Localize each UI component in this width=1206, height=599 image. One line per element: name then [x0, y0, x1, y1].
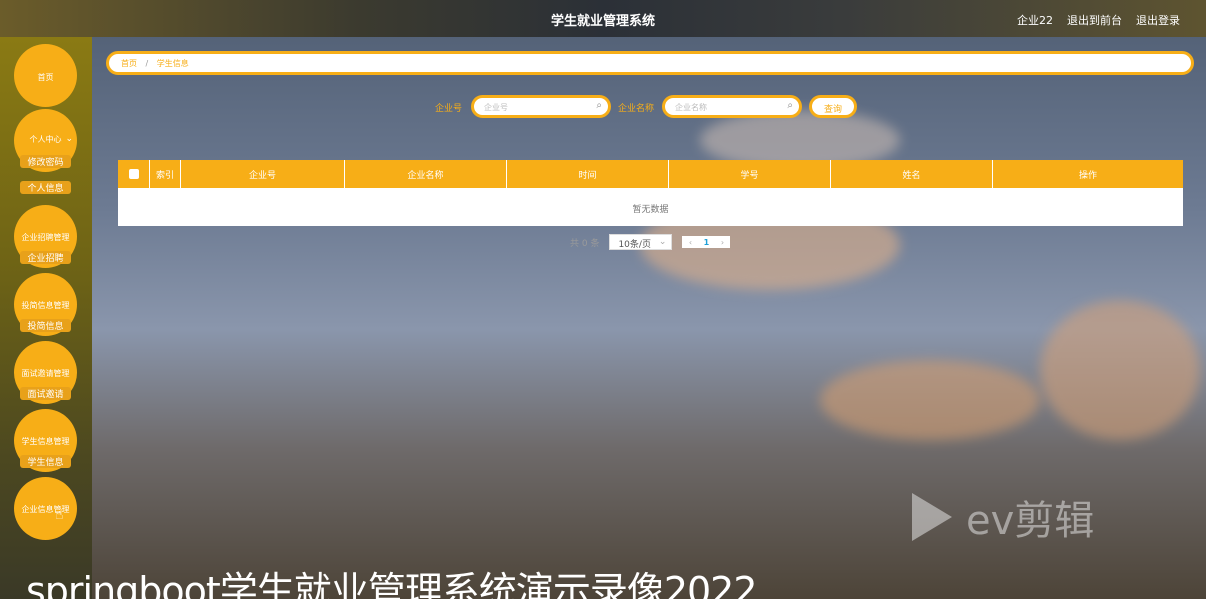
current-user-link[interactable]: 企业22 [1017, 12, 1053, 28]
column-header: 企业号 [181, 160, 345, 188]
sidebar-item-label: 企业信息管理 [21, 505, 70, 514]
table-header: 索引 企业号 企业名称 时间 学号 姓名 操作 [118, 160, 1183, 188]
page-size-select[interactable]: 10条/页 ⌄ [609, 234, 673, 250]
chevron-down-icon: ⌄ [65, 134, 73, 144]
sidebar-item-company[interactable]: 企业信息管理 [14, 477, 77, 540]
cloud-decoration [1040, 300, 1200, 440]
logout-link[interactable]: 退出登录 [1136, 12, 1180, 28]
chevron-down-icon: ⌄ [658, 237, 667, 247]
sidebar: 首页 个人中心 ⌄ 修改密码 个人信息 企业招聘管理 企业招聘 投简信息管理 投… [0, 37, 92, 599]
watermark-text: ev剪辑 [966, 498, 1095, 544]
search-icon: ⌕ [787, 100, 793, 111]
company-id-placeholder: 企业号 [484, 103, 508, 112]
breadcrumb: 首页 / 学生信息 [106, 51, 1194, 75]
sidebar-item-label: 首页 [37, 73, 54, 82]
query-button[interactable]: 查询 [809, 95, 857, 118]
company-id-input[interactable]: 企业号 ⌕ [471, 95, 611, 118]
page-navigation: ‹ 1 › [682, 236, 731, 248]
top-links: 企业22 退出到前台 退出登录 [1017, 12, 1180, 28]
empty-table-text: 暂无数据 [118, 188, 1183, 226]
next-page-icon[interactable]: › [714, 238, 730, 247]
top-header: 学生就业管理系统 企业22 退出到前台 退出登录 [0, 0, 1206, 37]
column-header: 时间 [507, 160, 669, 188]
total-count: 共 0 条 [570, 238, 600, 249]
watermark: ev剪辑 [912, 488, 1094, 546]
company-name-input[interactable]: 企业名称 ⌕ [662, 95, 802, 118]
sidebar-subitem-personal-info[interactable]: 个人信息 [20, 181, 71, 194]
breadcrumb-separator: / [145, 59, 149, 68]
sidebar-item-interview[interactable]: 面试邀请管理 面试邀请 [14, 341, 77, 404]
sidebar-subitem-change-password[interactable]: 修改密码 [20, 155, 71, 168]
company-name-placeholder: 企业名称 [675, 103, 707, 112]
select-all-checkbox-cell[interactable] [118, 160, 150, 188]
play-logo-icon [912, 493, 952, 541]
sidebar-subitem-interview[interactable]: 面试邀请 [20, 387, 71, 400]
company-id-label: 企业号 [435, 104, 463, 114]
column-header: 企业名称 [345, 160, 507, 188]
sidebar-item-label: 投简信息管理 [21, 301, 70, 310]
breadcrumb-home[interactable]: 首页 [121, 59, 137, 68]
sidebar-subitem-recruitment[interactable]: 企业招聘 [20, 251, 71, 264]
column-header: 索引 [150, 160, 181, 188]
company-name-label: 企业名称 [618, 104, 655, 114]
column-header: 学号 [669, 160, 831, 188]
breadcrumb-current: 学生信息 [156, 59, 189, 68]
page-size-value: 10条/页 [618, 240, 651, 250]
page-number[interactable]: 1 [698, 238, 714, 247]
column-header: 操作 [1078, 170, 1097, 181]
sidebar-item-resume[interactable]: 投简信息管理 投简信息 [14, 273, 77, 336]
prev-page-icon[interactable]: ‹ [682, 238, 698, 247]
sidebar-item-recruitment[interactable]: 企业招聘管理 企业招聘 [14, 205, 77, 268]
hand-cursor-icon: ☝ [55, 507, 64, 523]
data-table: 索引 企业号 企业名称 时间 学号 姓名 操作 暂无数据 [118, 160, 1183, 226]
select-all-checkbox[interactable] [128, 169, 139, 179]
sidebar-subitem-resume[interactable]: 投简信息 [20, 319, 71, 332]
sidebar-item-student[interactable]: 学生信息管理 学生信息 [14, 409, 77, 472]
cloud-decoration [820, 360, 1040, 440]
sidebar-subitem-student[interactable]: 学生信息 [20, 455, 71, 468]
sidebar-item-label: 企业招聘管理 [21, 233, 70, 242]
front-page-link[interactable]: 退出到前台 [1067, 12, 1122, 28]
sidebar-item-label: 学生信息管理 [21, 437, 70, 446]
sidebar-item-personal[interactable]: 个人中心 ⌄ 修改密码 个人信息 [14, 109, 77, 194]
search-icon: ⌕ [596, 100, 602, 111]
pagination: 共 0 条 10条/页 ⌄ ‹ 1 › [570, 234, 731, 250]
sidebar-item-label: 面试邀请管理 [21, 369, 70, 378]
video-caption: springboot学生就业管理系统演示录像2022 [26, 569, 758, 599]
sidebar-item-home[interactable]: 首页 [14, 44, 77, 107]
column-header: 姓名 [831, 160, 993, 188]
